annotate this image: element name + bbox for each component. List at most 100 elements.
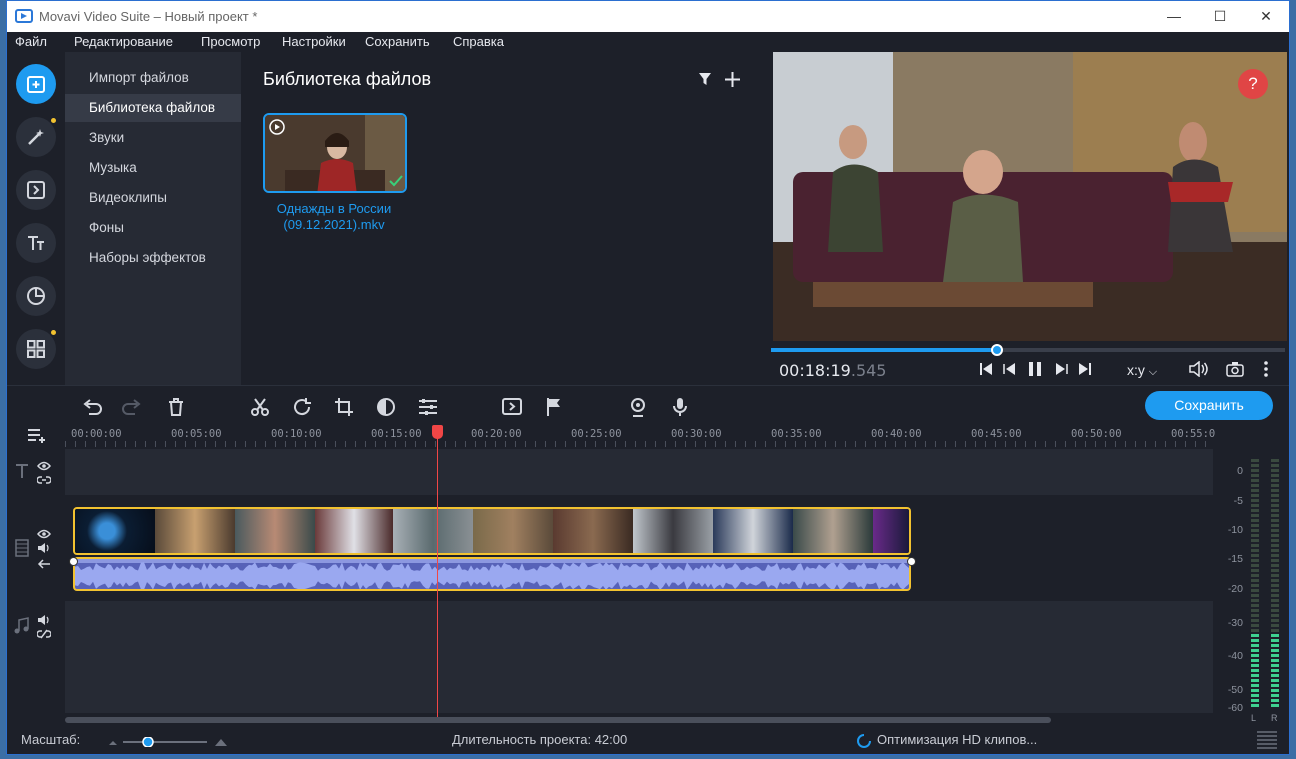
maximize-button[interactable]: ☐ (1197, 1, 1243, 32)
audio-volume-handle-left[interactable] (69, 557, 78, 566)
stickers-icon (27, 287, 45, 305)
video-frame-thumbnail (265, 115, 405, 191)
category-import-files[interactable]: Импорт файлов (65, 64, 241, 92)
category-sounds[interactable]: Звуки (65, 124, 241, 152)
audio-clip[interactable] (73, 557, 911, 591)
menu-settings[interactable]: Настройки (282, 34, 346, 49)
timecode-main: 00:18:19 (779, 361, 851, 380)
transition-wizard-icon[interactable] (501, 396, 523, 418)
play-circle-icon (269, 119, 285, 135)
import-files-button[interactable] (16, 64, 56, 104)
seek-handle[interactable] (991, 344, 1004, 356)
left-channel-meter (1251, 459, 1259, 709)
category-music[interactable]: Музыка (65, 154, 241, 182)
close-button[interactable]: ✕ (1243, 1, 1289, 32)
category-effect-sets[interactable]: Наборы эффектов (65, 244, 241, 272)
clip-frame (793, 509, 873, 553)
text-track[interactable] (65, 449, 1213, 495)
category-backgrounds[interactable]: Фоны (65, 214, 241, 242)
audio-volume-handle-right[interactable] (907, 557, 916, 566)
more-tools-button[interactable] (16, 329, 56, 369)
skip-to-end-icon[interactable] (1078, 362, 1092, 376)
timeline-scrollbar[interactable] (65, 717, 1051, 723)
clip-frame (315, 509, 393, 553)
rotate-icon[interactable] (291, 396, 313, 418)
video-frame (773, 52, 1287, 341)
color-adjust-icon[interactable] (375, 396, 397, 418)
right-channel-meter (1271, 459, 1279, 709)
help-button[interactable]: ? (1238, 69, 1268, 99)
volume-icon[interactable] (1189, 361, 1209, 377)
track-headers (7, 425, 65, 725)
meter-label: -5 (1233, 495, 1243, 507)
next-frame-icon[interactable] (1054, 362, 1068, 376)
video-clip[interactable] (73, 507, 911, 555)
clip-properties-icon[interactable] (417, 396, 439, 418)
meter-label: -10 (1227, 524, 1243, 536)
minimize-button[interactable]: — (1151, 1, 1197, 32)
cut-scissors-icon[interactable] (249, 396, 271, 418)
mute-speaker-icon[interactable] (37, 543, 51, 553)
meter-grip-icon[interactable] (1257, 731, 1277, 749)
stickers-button[interactable] (16, 276, 56, 316)
ruler-label: 00:45:00 (971, 428, 1022, 440)
menu-edit[interactable]: Редактирование (74, 34, 173, 49)
playhead-handle[interactable] (432, 425, 443, 439)
snapshot-camera-icon[interactable] (1226, 361, 1244, 377)
category-file-library[interactable]: Библиотека файлов (65, 94, 241, 122)
visibility-eye-icon[interactable] (37, 529, 51, 539)
menu-save[interactable]: Сохранить (365, 34, 430, 49)
mute-speaker-icon[interactable] (37, 615, 51, 625)
redo-icon[interactable] (121, 396, 143, 418)
chevron-down-icon: ⌵ (1148, 366, 1158, 378)
add-track-icon[interactable] (27, 427, 47, 443)
timeline-ruler[interactable]: 00:00:00 00:05:00 00:10:00 00:15:00 00:2… (65, 425, 1215, 447)
timecode-ms: .545 (850, 361, 887, 380)
seek-bar[interactable] (771, 344, 1285, 356)
save-button[interactable]: Сохранить (1145, 391, 1273, 420)
webcam-icon[interactable] (627, 396, 649, 418)
clip-frame (155, 509, 235, 553)
arrow-left-icon[interactable] (37, 559, 51, 569)
microphone-icon[interactable] (669, 396, 691, 418)
add-icon[interactable] (725, 72, 740, 87)
marker-flag-icon[interactable] (543, 396, 565, 418)
menu-help[interactable]: Справка (453, 34, 504, 49)
skip-to-start-icon[interactable] (979, 362, 993, 376)
category-video-clips[interactable]: Видеоклипы (65, 184, 241, 212)
delete-trash-icon[interactable] (165, 396, 187, 418)
music-note-icon (14, 617, 29, 634)
right-channel-level (1271, 634, 1279, 709)
link-icon[interactable] (37, 475, 51, 485)
titles-button[interactable] (16, 223, 56, 263)
meter-label: -30 (1227, 617, 1243, 629)
unlink-icon[interactable] (37, 629, 51, 639)
visibility-eye-icon[interactable] (37, 461, 51, 471)
filter-icon[interactable] (699, 73, 711, 86)
window-title: Movavi Video Suite – Новый проект * (39, 9, 258, 24)
music-track[interactable] (65, 601, 1213, 713)
aspect-ratio-select[interactable]: x:y ⌵ (1127, 362, 1157, 379)
undo-icon[interactable] (81, 396, 103, 418)
ruler-label: 00:35:00 (771, 428, 822, 440)
video-preview[interactable]: ? (773, 52, 1287, 341)
ruler-label: 00:10:00 (271, 428, 322, 440)
media-filename[interactable]: Однажды в России (09.12.2021).mkv (249, 201, 419, 233)
menu-view[interactable]: Просмотр (201, 34, 260, 49)
playhead-line[interactable] (437, 425, 438, 717)
transitions-button[interactable] (16, 170, 56, 210)
zoom-slider[interactable] (107, 737, 235, 747)
menu-file[interactable]: Файл (15, 34, 47, 49)
timecode: 00:18:19.545 (779, 361, 886, 380)
ruler-label: 00:50:00 (1071, 428, 1122, 440)
filters-button[interactable] (16, 117, 56, 157)
loading-spinner-icon (857, 734, 871, 748)
media-thumbnail[interactable] (263, 113, 407, 193)
pause-icon[interactable] (1028, 361, 1042, 377)
crop-icon[interactable] (333, 396, 355, 418)
more-options-icon[interactable] (1263, 361, 1269, 377)
seek-progress (771, 348, 998, 352)
menu-bar: Файл Редактирование Просмотр Настройки С… (7, 32, 1289, 52)
project-duration: Длительность проекта: 42:00 (452, 732, 628, 747)
previous-frame-icon[interactable] (1003, 362, 1017, 376)
